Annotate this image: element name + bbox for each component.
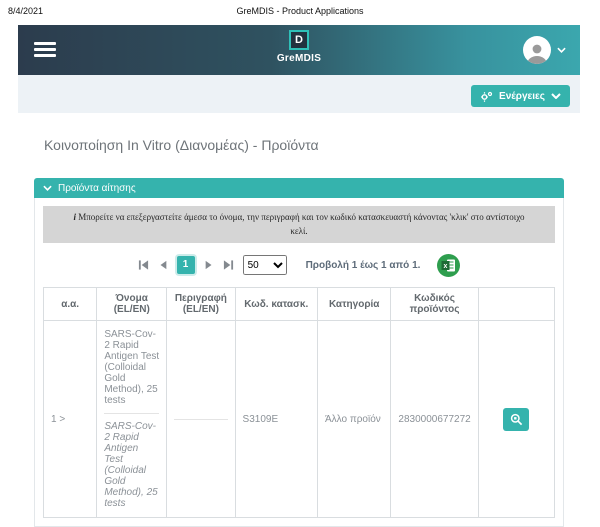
- header-index: α.α.: [44, 288, 97, 321]
- chevron-down-icon: [557, 47, 566, 53]
- header-actions: [478, 288, 554, 321]
- divider: [104, 413, 159, 414]
- chevron-down-icon: [551, 93, 561, 99]
- main-content: Κοινοποίηση In Vitro (Διανομέας) - Προϊό…: [18, 137, 580, 527]
- logo-d-icon: D: [289, 30, 309, 50]
- view-details-button[interactable]: [503, 408, 529, 431]
- divider: [174, 419, 227, 420]
- app-frame: D GreMDIS: [18, 25, 580, 523]
- next-page-button[interactable]: [204, 260, 214, 270]
- current-page-button[interactable]: 1: [177, 256, 195, 274]
- header-product-code: Κωδικός προϊόντος: [391, 288, 478, 321]
- export-excel-button[interactable]: x: [437, 254, 460, 277]
- actions-button[interactable]: Ενέργειες: [471, 85, 570, 107]
- info-icon: i: [74, 212, 77, 222]
- cell-description[interactable]: [167, 321, 235, 518]
- cell-category: Άλλο προϊόν: [317, 321, 390, 518]
- toolbar-band: Ενέργειες: [18, 75, 580, 113]
- pagination-bar: 1 50 Προβολή 1 έως 1 από 1.: [43, 253, 555, 277]
- cell-manufacturer-code[interactable]: S3109E: [235, 321, 317, 518]
- print-header: 8/4/2021 GreMDIS - Product Applications: [0, 4, 600, 20]
- cell-actions: [478, 321, 554, 518]
- header-category: Κατηγορία: [317, 288, 390, 321]
- excel-icon: x: [441, 259, 456, 272]
- person-icon: [525, 40, 549, 64]
- cell-name[interactable]: SARS-Cov-2 Rapid Antigen Test (Colloidal…: [97, 321, 167, 518]
- products-panel: Προϊόντα αίτησης i Μπορείτε να επεξεργασ…: [34, 178, 564, 527]
- info-message: i Μπορείτε να επεξεργαστείτε άμεσα το όν…: [43, 206, 555, 243]
- cell-index: 1 >: [44, 321, 97, 518]
- table-row: 1 > SARS-Cov-2 Rapid Antigen Test (Collo…: [44, 321, 555, 518]
- panel-header-label: Προϊόντα αίτησης: [58, 183, 136, 194]
- header-manufacturer-code: Κωδ. κατασκ.: [235, 288, 317, 321]
- table-header-row: α.α. Όνομα (EL/EN) Περιγραφή (EL/EN) Κωδ…: [44, 288, 555, 321]
- chevron-down-icon: [43, 185, 52, 191]
- products-table: α.α. Όνομα (EL/EN) Περιγραφή (EL/EN) Κωδ…: [43, 287, 555, 518]
- panel-header-products[interactable]: Προϊόντα αίτησης: [34, 178, 564, 198]
- page-size-select[interactable]: 50: [243, 255, 287, 275]
- product-name-el[interactable]: SARS-Cov-2 Rapid Antigen Test (Colloidal…: [104, 329, 159, 406]
- last-page-button[interactable]: [223, 260, 234, 270]
- logo-text: GreMDIS: [277, 53, 321, 64]
- print-page-title: GreMDIS - Product Applications: [0, 6, 600, 16]
- user-avatar-icon: [523, 36, 551, 64]
- header-name: Όνομα (EL/EN): [97, 288, 167, 321]
- cogs-icon: [480, 91, 493, 102]
- app-logo[interactable]: D GreMDIS: [18, 30, 580, 64]
- cell-product-code: 2830000677272: [391, 321, 478, 518]
- pagination-summary: Προβολή 1 έως 1 από 1.: [306, 260, 421, 271]
- page-title: Κοινοποίηση In Vitro (Διανομέας) - Προϊό…: [44, 137, 570, 153]
- actions-button-label: Ενέργειες: [499, 91, 545, 102]
- user-menu[interactable]: [523, 36, 566, 64]
- info-text: Μπορείτε να επεξεργαστείτε άμεσα το όνομ…: [78, 212, 524, 236]
- top-navbar: D GreMDIS: [18, 25, 580, 75]
- prev-page-button[interactable]: [158, 260, 168, 270]
- svg-text:x: x: [444, 263, 448, 270]
- magnifier-icon: [510, 413, 523, 426]
- header-description: Περιγραφή (EL/EN): [167, 288, 235, 321]
- first-page-button[interactable]: [138, 260, 149, 270]
- product-name-en[interactable]: SARS-Cov-2 Rapid Antigen Test (Colloidal…: [104, 421, 159, 509]
- panel-body: i Μπορείτε να επεξεργαστείτε άμεσα το όν…: [34, 198, 564, 527]
